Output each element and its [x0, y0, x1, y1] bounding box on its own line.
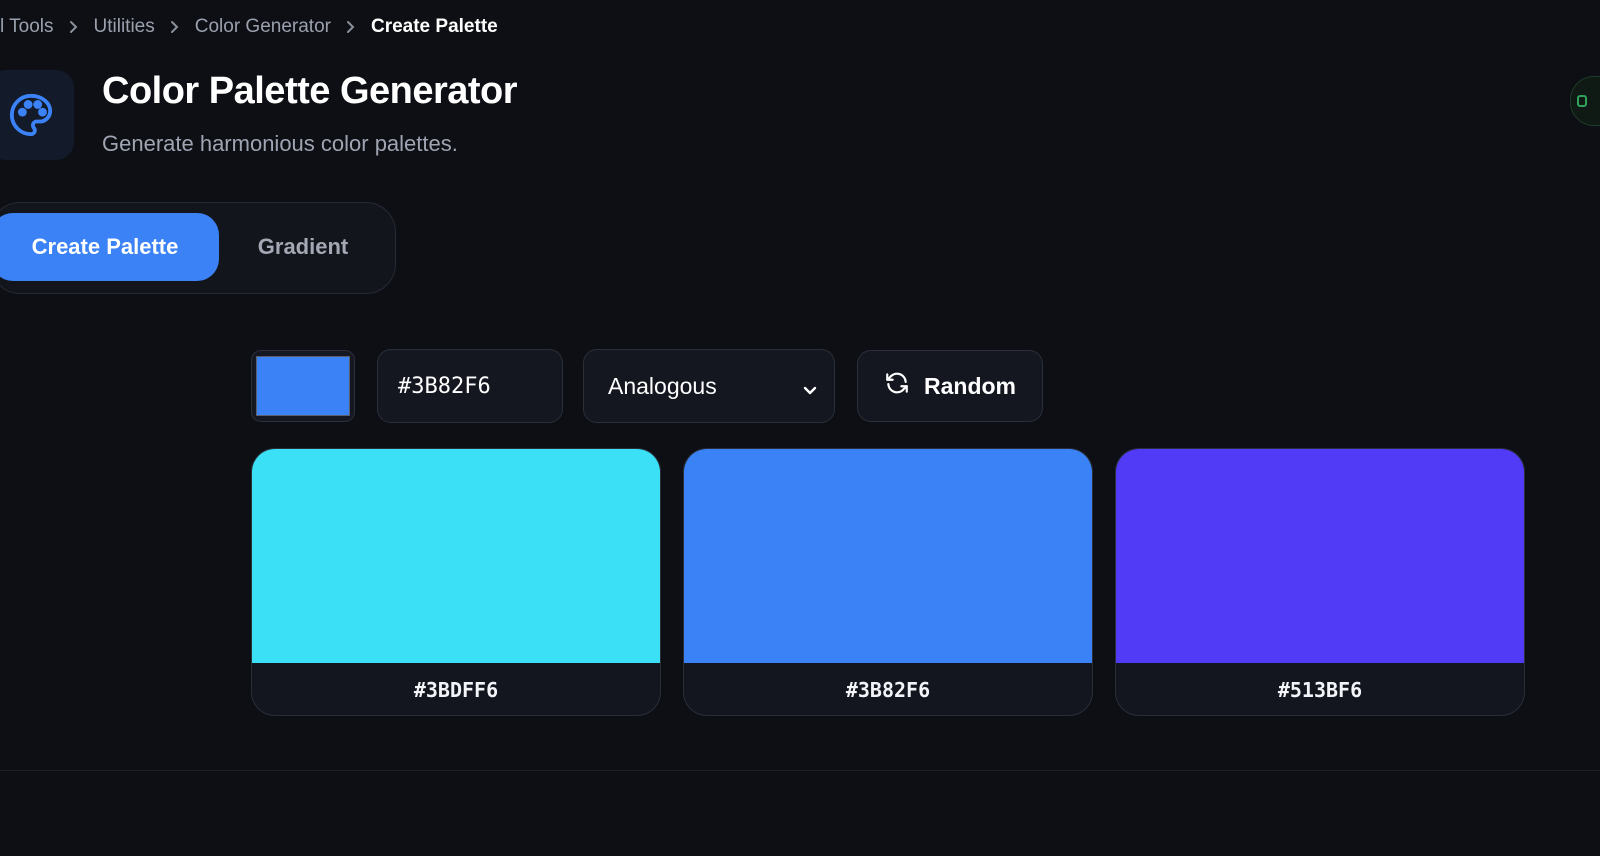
color-card[interactable]: #3B82F6: [683, 448, 1093, 716]
color-card[interactable]: #513BF6: [1115, 448, 1525, 716]
color-hex-label: #513BF6: [1277, 678, 1363, 702]
breadcrumb: l Tools Utilities Color Generator Create…: [0, 16, 498, 38]
chevron-down-icon: [802, 376, 818, 403]
breadcrumb-item-utilities[interactable]: Utilities: [94, 16, 155, 38]
palette-icon: [0, 70, 74, 160]
hex-input[interactable]: [377, 349, 563, 423]
color-hex-label: #3B82F6: [845, 678, 931, 702]
chevron-right-icon: [54, 20, 94, 34]
status-icon: [1577, 95, 1587, 107]
page-title: Color Palette Generator: [102, 70, 518, 112]
tab-gradient[interactable]: Gradient: [219, 213, 387, 281]
chevron-right-icon: [331, 20, 371, 34]
page: l Tools Utilities Color Generator Create…: [0, 0, 1600, 856]
base-color-swatch: [256, 356, 350, 416]
tab-bar: Create Palette Gradient: [0, 202, 396, 294]
refresh-icon: [884, 370, 910, 402]
palette-grid: #3BDFF6 #3B82F6 #513BF6: [251, 448, 1525, 716]
scheme-select[interactable]: Analogous: [583, 349, 835, 423]
tab-create-palette[interactable]: Create Palette: [0, 213, 219, 281]
color-card[interactable]: #3BDFF6: [251, 448, 661, 716]
scheme-select-value: Analogous: [608, 372, 717, 399]
breadcrumb-item-color-generator[interactable]: Color Generator: [195, 16, 331, 38]
color-swatch: [684, 449, 1092, 663]
divider: [0, 770, 1600, 771]
color-hex-label: #3BDFF6: [413, 678, 499, 702]
status-badge[interactable]: [1570, 76, 1600, 126]
chevron-right-icon: [155, 20, 195, 34]
breadcrumb-item-tools[interactable]: l Tools: [0, 16, 54, 38]
page-subtitle: Generate harmonious color palettes.: [102, 131, 458, 156]
color-swatch: [1116, 449, 1524, 663]
random-button-label: Random: [924, 372, 1016, 399]
random-button[interactable]: Random: [857, 350, 1043, 422]
color-swatch: [252, 449, 660, 663]
base-color-picker[interactable]: [251, 350, 355, 422]
breadcrumb-current: Create Palette: [370, 16, 498, 37]
